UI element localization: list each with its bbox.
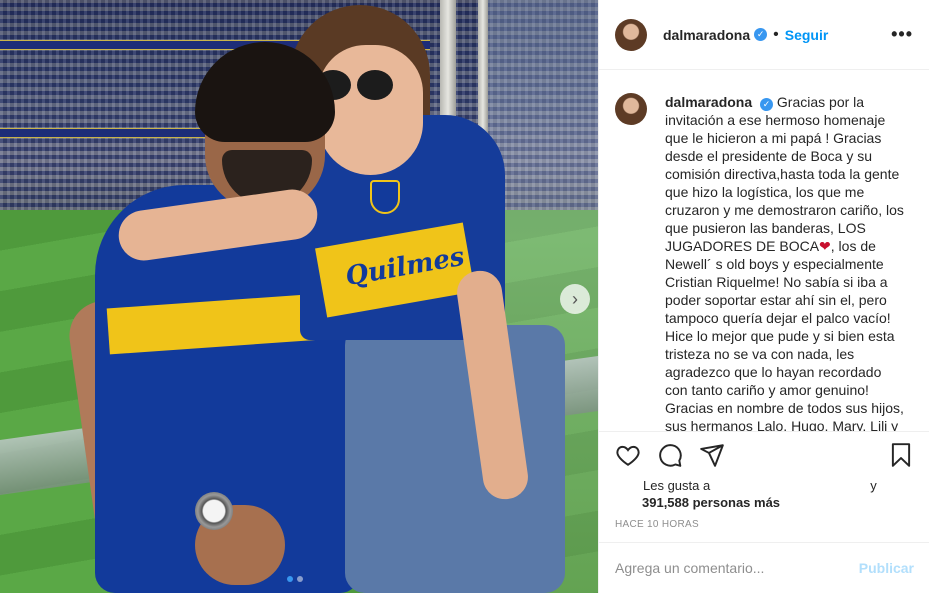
caption-username-link[interactable]: dalmaradona — [665, 94, 752, 110]
caption-line: JUGADORES DE BOCA — [665, 238, 820, 254]
comment-icon[interactable] — [657, 442, 683, 468]
caption-line: cruzaron y me demostraron cariño, los — [665, 202, 904, 218]
avatar[interactable] — [615, 93, 647, 125]
caption-line: agradezco que lo hayan recordado — [665, 364, 882, 380]
caption-line: que le hicieron a mi papá ! Gracias — [665, 130, 882, 146]
stadium-banner — [0, 128, 220, 138]
boca-crest — [370, 180, 400, 214]
caption-line: desde el presidente de Boca y su — [665, 148, 873, 164]
woman-jeans — [345, 325, 565, 593]
caption-line: que hizo la logística, los que me — [665, 184, 865, 200]
more-options-icon[interactable]: ••• — [891, 24, 913, 45]
likes-prefix: Les gusta a — [643, 478, 711, 493]
comment-input[interactable] — [615, 560, 855, 576]
caption-line: tristeza no se va con nada, les — [665, 346, 855, 362]
carousel-indicator — [287, 576, 303, 582]
post-timestamp[interactable]: Hace 10 horas — [615, 519, 699, 530]
caption-line: , los de — [830, 238, 876, 254]
caption-line: invitación a ese hermoso homenaje — [665, 112, 886, 128]
chevron-right-icon: › — [572, 288, 578, 309]
post-header: dalmaradona ✓ • Seguir ••• — [599, 0, 929, 70]
caption-line: Hice lo mejor que pude y si bien esta — [665, 328, 895, 344]
caption-line: sus hermanos Lalo, Hugo, Mary, Lili y — [665, 418, 899, 431]
caption-line: poder soportar estar ahí sin el, pero — [665, 292, 887, 308]
avatar[interactable] — [615, 18, 647, 51]
caption-line: comisión directiva,hasta toda la gente — [665, 166, 900, 182]
verified-icon: ✓ — [754, 28, 768, 41]
follow-button[interactable]: Seguir — [785, 27, 829, 43]
caption-section: dalmaradona ✓ Gracias por la invitación … — [599, 71, 929, 431]
likes-connector: y — [870, 478, 877, 493]
share-icon[interactable] — [699, 442, 725, 468]
bookmark-icon[interactable] — [888, 442, 914, 468]
carousel-dot — [287, 576, 293, 582]
caption-line: tampoco quería dejar el palco vacío! — [665, 310, 891, 326]
caption-line: con tanto cariño y amor genuino! — [665, 382, 869, 398]
likes-text: Les gusta a y — [643, 477, 877, 495]
caption-line: Cristian Riquelme! No sabía si iba a — [665, 274, 888, 290]
caption-line: Gracias por la — [776, 94, 865, 110]
heart-emoji: ❤ — [819, 238, 831, 254]
caption-line: Gracias en nombre de todos sus hijos, — [665, 400, 904, 416]
next-image-button[interactable]: › — [560, 284, 590, 314]
publish-button[interactable]: Publicar — [859, 560, 914, 576]
caption-line: que pusieron las banderas, LOS — [665, 220, 866, 236]
username-link[interactable]: dalmaradona — [663, 27, 750, 43]
caption-line: Newell´ s old boys y especialmente — [665, 256, 884, 272]
wristwatch — [195, 492, 233, 530]
separator-dot: • — [773, 25, 779, 43]
post-sidebar: dalmaradona ✓ • Seguir ••• dalmaradona ✓… — [598, 0, 929, 593]
likes-count[interactable]: 391,588 personas más — [642, 494, 780, 512]
caption-text: dalmaradona ✓ Gracias por la invitación … — [665, 93, 914, 431]
action-bar — [599, 431, 929, 479]
comment-form: Publicar — [599, 542, 929, 593]
heart-icon[interactable] — [615, 442, 641, 468]
verified-icon: ✓ — [760, 97, 774, 111]
post-image[interactable]: Quilmes › — [0, 0, 598, 593]
carousel-dot — [297, 576, 303, 582]
